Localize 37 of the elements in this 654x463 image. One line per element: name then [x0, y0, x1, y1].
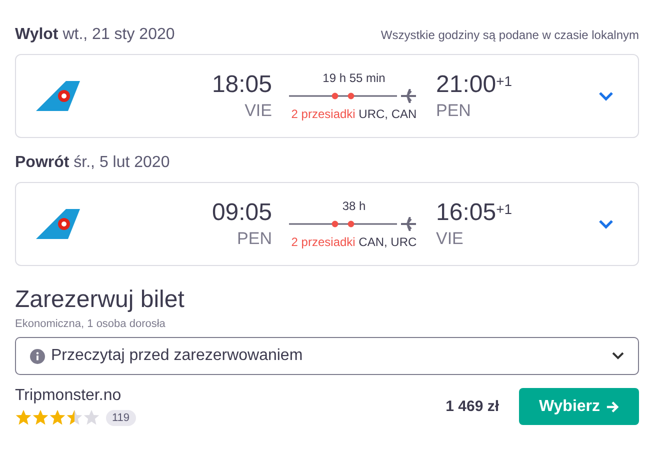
info-icon [30, 348, 45, 364]
flight-card[interactable]: 18:05 VIE 19 h 55 min 2 przesiadki URC, CAN 21:00$^{+1}$ PEN [15, 54, 639, 138]
star-icon [32, 409, 49, 426]
chevron-icon [612, 352, 624, 360]
star-icon [15, 409, 32, 426]
airline-tail-icon [36, 209, 80, 239]
timezone-note: Wszystkie godziny są podane w czasie lokalnym [380, 28, 639, 42]
star-icon [83, 409, 100, 426]
departure-time: 09:05 [212, 199, 272, 227]
price: 1 469 zł [446, 398, 499, 415]
star-icon [49, 409, 66, 426]
star-icon [66, 409, 83, 426]
day-offset: +1 [496, 201, 512, 217]
stop-airports: URC, CAN [358, 107, 417, 121]
info-dropdown[interactable]: Przeczytaj przed zarezerwowaniem [15, 337, 639, 375]
leg-date: Wylot wt., 21 sty 2020 [15, 26, 175, 44]
departure-airport: PEN [237, 229, 272, 249]
stop-airports: CAN, URC [358, 235, 417, 249]
arrival-airport: PEN [436, 101, 472, 121]
day-offset: +1 [496, 73, 512, 89]
chevron-down-icon[interactable] [598, 219, 614, 229]
chevron-down-icon[interactable] [598, 91, 614, 101]
booking-title: Zarezerwuj bilet [15, 286, 186, 314]
review-count[interactable]: 119 [106, 410, 136, 426]
departure-airport: VIE [244, 101, 272, 121]
arrival-airport: VIE [436, 229, 464, 249]
fare-class: Ekonomiczna, 1 osoba dorosła [15, 318, 166, 330]
flight-duration: 19 h 55 min [322, 71, 386, 85]
stops-count: 2 przesiadki [291, 107, 356, 121]
stops-count: 2 przesiadki [291, 235, 356, 249]
leg-date: Powrót śr., 5 lut 2020 [15, 154, 170, 172]
airline-tail-icon [36, 81, 80, 111]
flight-card[interactable]: 09:05 PEN 38 h 2 przesiadki CAN, URC 16:05$^{+1}$ VIE [15, 182, 639, 266]
departure-time: 18:05 [212, 71, 272, 99]
arrow-right-icon [606, 400, 620, 412]
flight-duration: 38 h [342, 199, 366, 213]
provider-name: Tripmonster.no [15, 387, 122, 405]
